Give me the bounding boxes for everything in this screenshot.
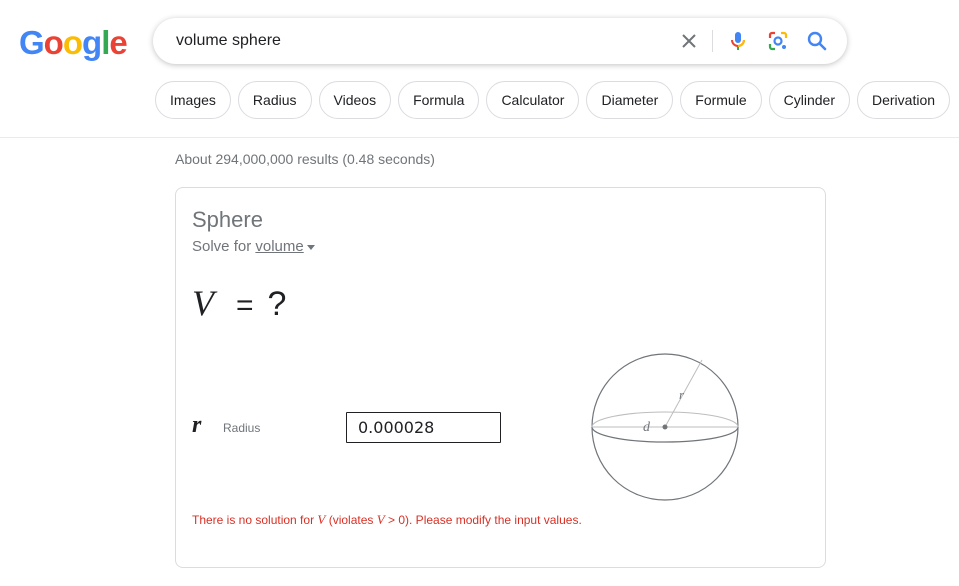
search-icon[interactable]	[805, 29, 829, 53]
caret-down-icon[interactable]	[306, 244, 315, 250]
chip-videos[interactable]: Videos	[318, 81, 392, 119]
search-input[interactable]: volume sphere	[176, 32, 281, 50]
chip-calculator[interactable]: Calculator	[486, 81, 580, 119]
logo-letter: e	[109, 24, 127, 61]
logo-letter: g	[82, 24, 102, 61]
google-logo[interactable]: Google	[19, 24, 128, 62]
error-text: > 0). Please modify the input values.	[384, 513, 582, 527]
search-divider	[712, 30, 713, 52]
equation-variable: V	[192, 283, 214, 323]
card-title: Sphere	[192, 207, 263, 232]
error-text: (violates	[325, 513, 377, 527]
search-bar[interactable]: volume sphere	[153, 18, 847, 64]
solve-for-target[interactable]: volume	[255, 238, 303, 255]
equation-unknown: ?	[267, 285, 287, 323]
result-stats: About 294,000,000 results (0.48 seconds)	[175, 151, 435, 167]
radius-symbol: r	[192, 412, 202, 438]
equation: V =?	[192, 282, 286, 324]
microphone-icon[interactable]	[726, 29, 750, 53]
logo-letter: o	[62, 24, 83, 61]
header-divider	[0, 137, 959, 138]
solve-for: Solve for volume	[192, 238, 315, 255]
radius-diagram-label: r	[679, 387, 685, 402]
chip-formula[interactable]: Formula	[398, 81, 480, 119]
error-text: There is no solution for	[192, 513, 318, 527]
radius-label: Radius	[223, 421, 261, 435]
search-chips: Images Radius Videos Formula Calculator …	[155, 81, 951, 119]
equation-equals: =	[236, 289, 254, 322]
chip-derivation[interactable]: Derivation	[856, 81, 951, 119]
chip-cylinder[interactable]: Cylinder	[768, 81, 850, 119]
logo-letter: l	[101, 24, 110, 61]
solve-for-prefix: Solve for	[192, 238, 256, 255]
radius-input[interactable]	[346, 412, 501, 443]
error-message: There is no solution for V (violates V >…	[192, 512, 582, 528]
solve-for-dropdown[interactable]: volume	[255, 238, 303, 255]
calculator-card: Sphere Solve for volume V =? r Radius r d…	[175, 187, 826, 568]
sphere-diagram: r d	[591, 353, 739, 501]
chip-radius[interactable]: Radius	[237, 81, 312, 119]
lens-icon[interactable]	[766, 29, 790, 53]
logo-letter: o	[43, 24, 64, 61]
logo-letter: G	[19, 24, 45, 61]
chip-formule[interactable]: Formule	[680, 81, 762, 119]
center-point	[662, 424, 668, 430]
chip-images[interactable]: Images	[155, 81, 231, 119]
clear-icon[interactable]	[677, 29, 701, 53]
chip-diameter[interactable]: Diameter	[586, 81, 674, 119]
diameter-diagram-label: d	[643, 420, 651, 435]
error-var: V	[376, 512, 385, 527]
